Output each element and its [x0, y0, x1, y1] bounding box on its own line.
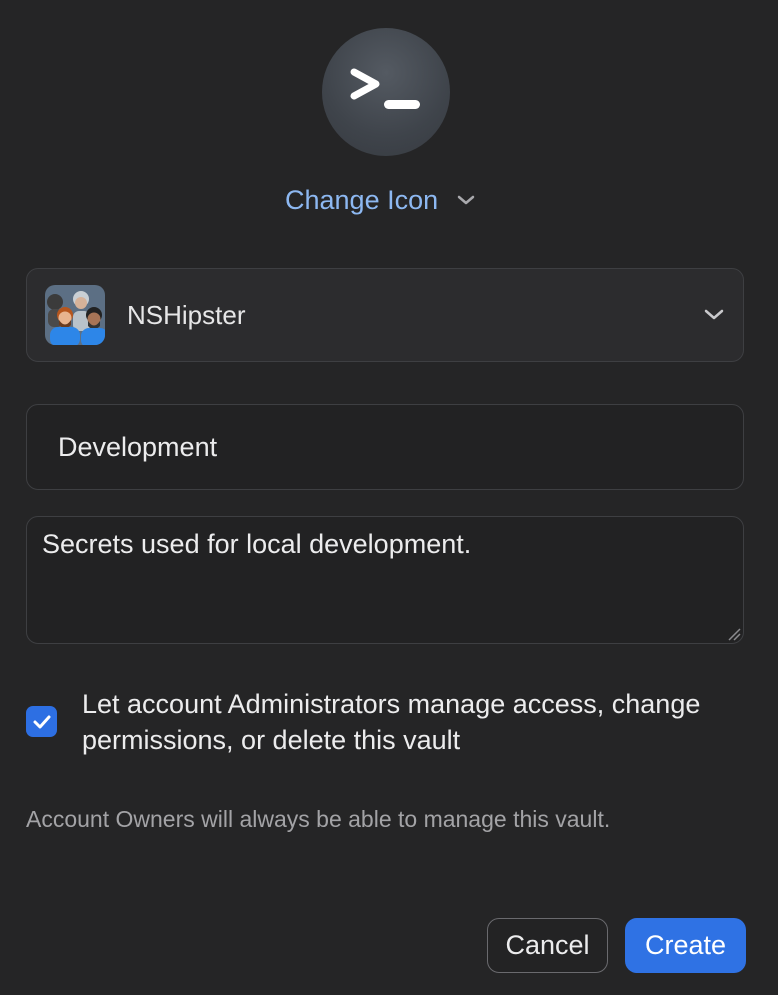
admin-permissions-checkbox[interactable]: [26, 706, 57, 737]
resize-grip-icon[interactable]: [727, 627, 741, 641]
account-select[interactable]: NSHipster: [26, 268, 744, 362]
admin-permissions-label: Let account Administrators manage access…: [82, 689, 701, 755]
team-avatar: [45, 285, 105, 345]
create-button[interactable]: Create: [625, 918, 746, 973]
chevron-down-icon: [704, 309, 724, 320]
checkmark-icon: [33, 715, 50, 728]
new-vault-dialog: Change Icon NSHipster Development Secret…: [0, 0, 778, 995]
terminal-prompt-icon: [350, 68, 420, 109]
owners-note: Account Owners will always be able to ma…: [26, 806, 611, 832]
chevron-down-icon: [457, 195, 475, 205]
change-icon-label: Change Icon: [285, 184, 439, 215]
vault-name-field[interactable]: Development: [26, 404, 744, 490]
vault-description-value: Secrets used for local development.: [42, 529, 472, 559]
vault-name-value: Development: [58, 431, 218, 462]
account-name: NSHipster: [127, 299, 246, 330]
change-icon-button[interactable]: Change Icon: [285, 180, 476, 220]
vault-icon: [322, 28, 450, 156]
cancel-button[interactable]: Cancel: [487, 918, 608, 973]
vault-description-field[interactable]: Secrets used for local development.: [26, 516, 744, 644]
